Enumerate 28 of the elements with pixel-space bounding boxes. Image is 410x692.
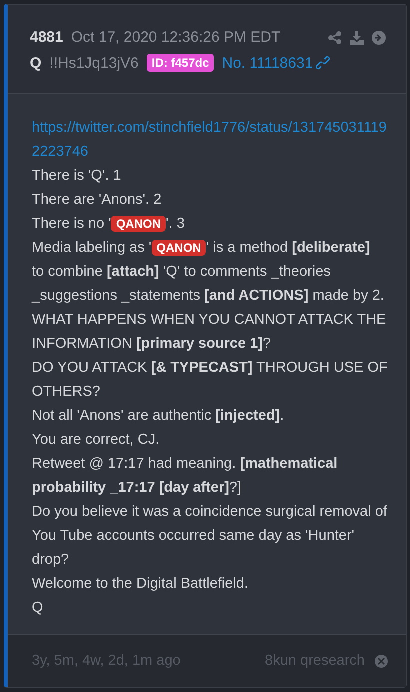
tweet-link[interactable]: https://twitter.com/stinchfield1776/status/1317450311192223746 [32, 116, 390, 164]
download-icon[interactable] [350, 30, 364, 44]
post-text: Retweet @ 17:17 had meaning. [mathematical probability _17:17 [day after]?] [32, 456, 338, 496]
tag-label: QANON [152, 240, 206, 256]
post-text: DO YOU ATTACK [& TYPECAST] THROUGH USE OF OTHERS? [32, 360, 388, 400]
post-text: WHAT HAPPENS WHEN YOU CANNOT ATTACK THE INFORMATION [primary source 1]? [32, 312, 386, 352]
post-text: Media labeling as ' [32, 240, 152, 256]
post-text: Q [32, 600, 44, 616]
post-text: to combine [attach] 'Q' to comments _theories _suggestions _statements [and ACTIONS] made by 2. [32, 263, 386, 306]
post-text: There is 'Q'. 1 [32, 168, 122, 184]
link-icon[interactable] [316, 56, 330, 70]
post-date: Oct 17, 2020 12:36:26 PM EDT [71, 29, 282, 46]
post-text: There are 'Anons'. 2 [32, 192, 162, 208]
tag-label: QANON [111, 216, 166, 232]
post-count: 4881 [30, 29, 64, 46]
id-badge: ID: f457dc [146, 54, 214, 72]
post-text: ' is a method [deliberate] [206, 240, 370, 256]
post-text: Do you believe it was a coincidence surgical removal of You Tube accounts occurred same day as 'Hunter' drop? [32, 504, 388, 568]
close-icon[interactable] [375, 654, 388, 668]
post-text: You are correct, CJ. [32, 432, 160, 448]
post-text: Not all 'Anons' are authentic [injected]. [32, 408, 284, 424]
author-name: Q [30, 54, 42, 72]
tripcode: !!Hs1Jq13jV6 [50, 54, 139, 72]
post-text: '. 3 [166, 216, 185, 232]
post-number-link[interactable]: No. 11118631 [222, 54, 314, 72]
share-icon[interactable] [328, 30, 342, 44]
post-text: Welcome to the Digital Battlefield. [32, 576, 249, 592]
post-text: There is no ' [32, 216, 112, 232]
